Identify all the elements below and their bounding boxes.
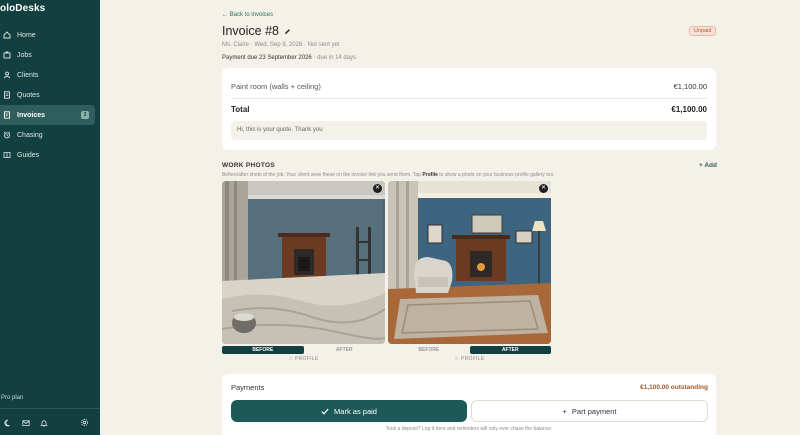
count-badge: 3 — [81, 111, 89, 119]
sidebar-nav: Home Jobs Clients Quotes Invoices 3 Chas… — [0, 25, 100, 165]
photo-card: ✕ BEFORE AFTER ☆ PROFILE — [222, 181, 385, 362]
plan-label: Pro plan — [1, 395, 24, 401]
payments-heading: Payments — [231, 383, 265, 392]
invoice-note[interactable]: Hi, this is your quote. Thank you — [231, 121, 707, 140]
after-photo: ✕ — [388, 181, 551, 344]
before-toggle-button[interactable]: BEFORE — [388, 346, 470, 354]
line-item-row[interactable]: Paint room (walls + ceiling) €1,100.00 — [231, 82, 707, 91]
sidebar-item-jobs[interactable]: Jobs — [0, 45, 100, 65]
remove-photo-button[interactable]: ✕ — [373, 184, 382, 193]
total-row: Total €1,100.00 — [231, 105, 707, 114]
due-date: Payment due 23 September 2026 — [222, 55, 312, 61]
sidebar-item-label: Guides — [17, 151, 40, 159]
sidebar-item-label: Quotes — [17, 91, 40, 99]
moon-icon[interactable] — [3, 418, 12, 427]
before-photo: ✕ — [222, 181, 385, 344]
remove-photo-button[interactable]: ✕ — [539, 184, 548, 193]
sidebar: oloDesks Home Jobs Clients Quotes Invoic… — [0, 0, 100, 435]
add-photo-button[interactable]: + Add — [699, 162, 717, 169]
after-toggle-button[interactable]: AFTER — [469, 346, 551, 354]
sidebar-footer — [0, 416, 100, 430]
sidebar-item-clients[interactable]: Clients — [0, 65, 100, 85]
mark-as-paid-button[interactable]: Mark as paid — [231, 400, 467, 422]
sidebar-item-label: Home — [17, 31, 36, 39]
invoice-icon — [3, 111, 11, 119]
sidebar-item-label: Jobs — [17, 51, 32, 59]
page-title: Invoice #8 — [222, 24, 291, 38]
sidebar-item-quotes[interactable]: Quotes — [0, 85, 100, 105]
sidebar-item-home[interactable]: Home — [0, 25, 100, 45]
invoice-title: Invoice #8 — [222, 24, 279, 38]
work-photos-description: Before/after shots of the job. Your clie… — [222, 172, 555, 178]
button-label: Part payment — [571, 406, 617, 416]
status-badge: Unpaid — [689, 26, 717, 36]
total-label: Total — [231, 105, 250, 114]
divider — [0, 408, 100, 409]
sidebar-item-label: Invoices — [17, 111, 46, 119]
line-items-card: Paint room (walls + ceiling) €1,100.00 T… — [222, 68, 716, 150]
due-countdown: · due in 14 days — [311, 55, 357, 61]
payments-hint: Took a deposit? Log it here and reminder… — [385, 426, 553, 432]
edit-pencil-icon[interactable] — [284, 28, 291, 35]
bell-icon[interactable] — [39, 418, 48, 427]
before-after-toggle: BEFORE AFTER — [388, 346, 551, 354]
photo-card: ✕ BEFORE AFTER ☆ PROFILE — [388, 181, 551, 362]
sidebar-item-invoices[interactable]: Invoices 3 — [0, 105, 95, 125]
description-text: Before/after shots of the job. Your clie… — [222, 172, 423, 178]
button-label: Mark as paid — [334, 406, 377, 416]
mail-icon[interactable] — [21, 418, 30, 427]
briefcase-icon — [3, 51, 11, 59]
work-photos-heading: WORK PHOTOS — [222, 162, 276, 169]
payments-card: Payments €1,100.00 outstanding Mark as p… — [222, 374, 716, 435]
brand-logo[interactable]: oloDesks — [0, 3, 45, 14]
divider — [231, 98, 707, 99]
outstanding-amount: €1,100.00 outstanding — [640, 384, 708, 391]
part-payment-button[interactable]: + Part payment — [471, 400, 708, 422]
sidebar-item-label: Clients — [17, 71, 39, 79]
home-icon — [3, 31, 11, 39]
check-icon — [321, 408, 329, 415]
profile-toggle[interactable]: ☆ PROFILE — [388, 356, 551, 362]
invoice-meta: Ms. Claire · Wed, Sep 9, 2026 · Not sent… — [222, 42, 340, 48]
sidebar-item-guides[interactable]: Guides — [0, 145, 100, 165]
profile-keyword: Profile — [422, 172, 438, 178]
gear-icon[interactable] — [80, 418, 89, 427]
sidebar-item-chasing[interactable]: Chasing — [0, 125, 100, 145]
description-text: to show a photo on your business profile… — [437, 172, 555, 178]
alarm-icon — [3, 131, 11, 139]
document-icon — [3, 91, 11, 99]
person-icon — [3, 71, 11, 79]
after-toggle-button[interactable]: AFTER — [304, 346, 386, 354]
before-toggle-button[interactable]: BEFORE — [222, 346, 304, 354]
payment-due: Payment due 23 September 2026 · due in 1… — [222, 55, 356, 61]
plus-icon: + — [562, 406, 567, 416]
back-to-invoices-link[interactable]: ← Back to invoices — [222, 12, 273, 18]
total-amount: €1,100.00 — [671, 105, 707, 114]
before-after-toggle: BEFORE AFTER — [222, 346, 385, 354]
sidebar-item-label: Chasing — [17, 131, 43, 139]
line-item-label: Paint room (walls + ceiling) — [231, 82, 321, 91]
book-icon — [3, 151, 11, 159]
profile-toggle[interactable]: ☆ PROFILE — [222, 356, 385, 362]
line-item-amount: €1,100.00 — [673, 82, 707, 91]
